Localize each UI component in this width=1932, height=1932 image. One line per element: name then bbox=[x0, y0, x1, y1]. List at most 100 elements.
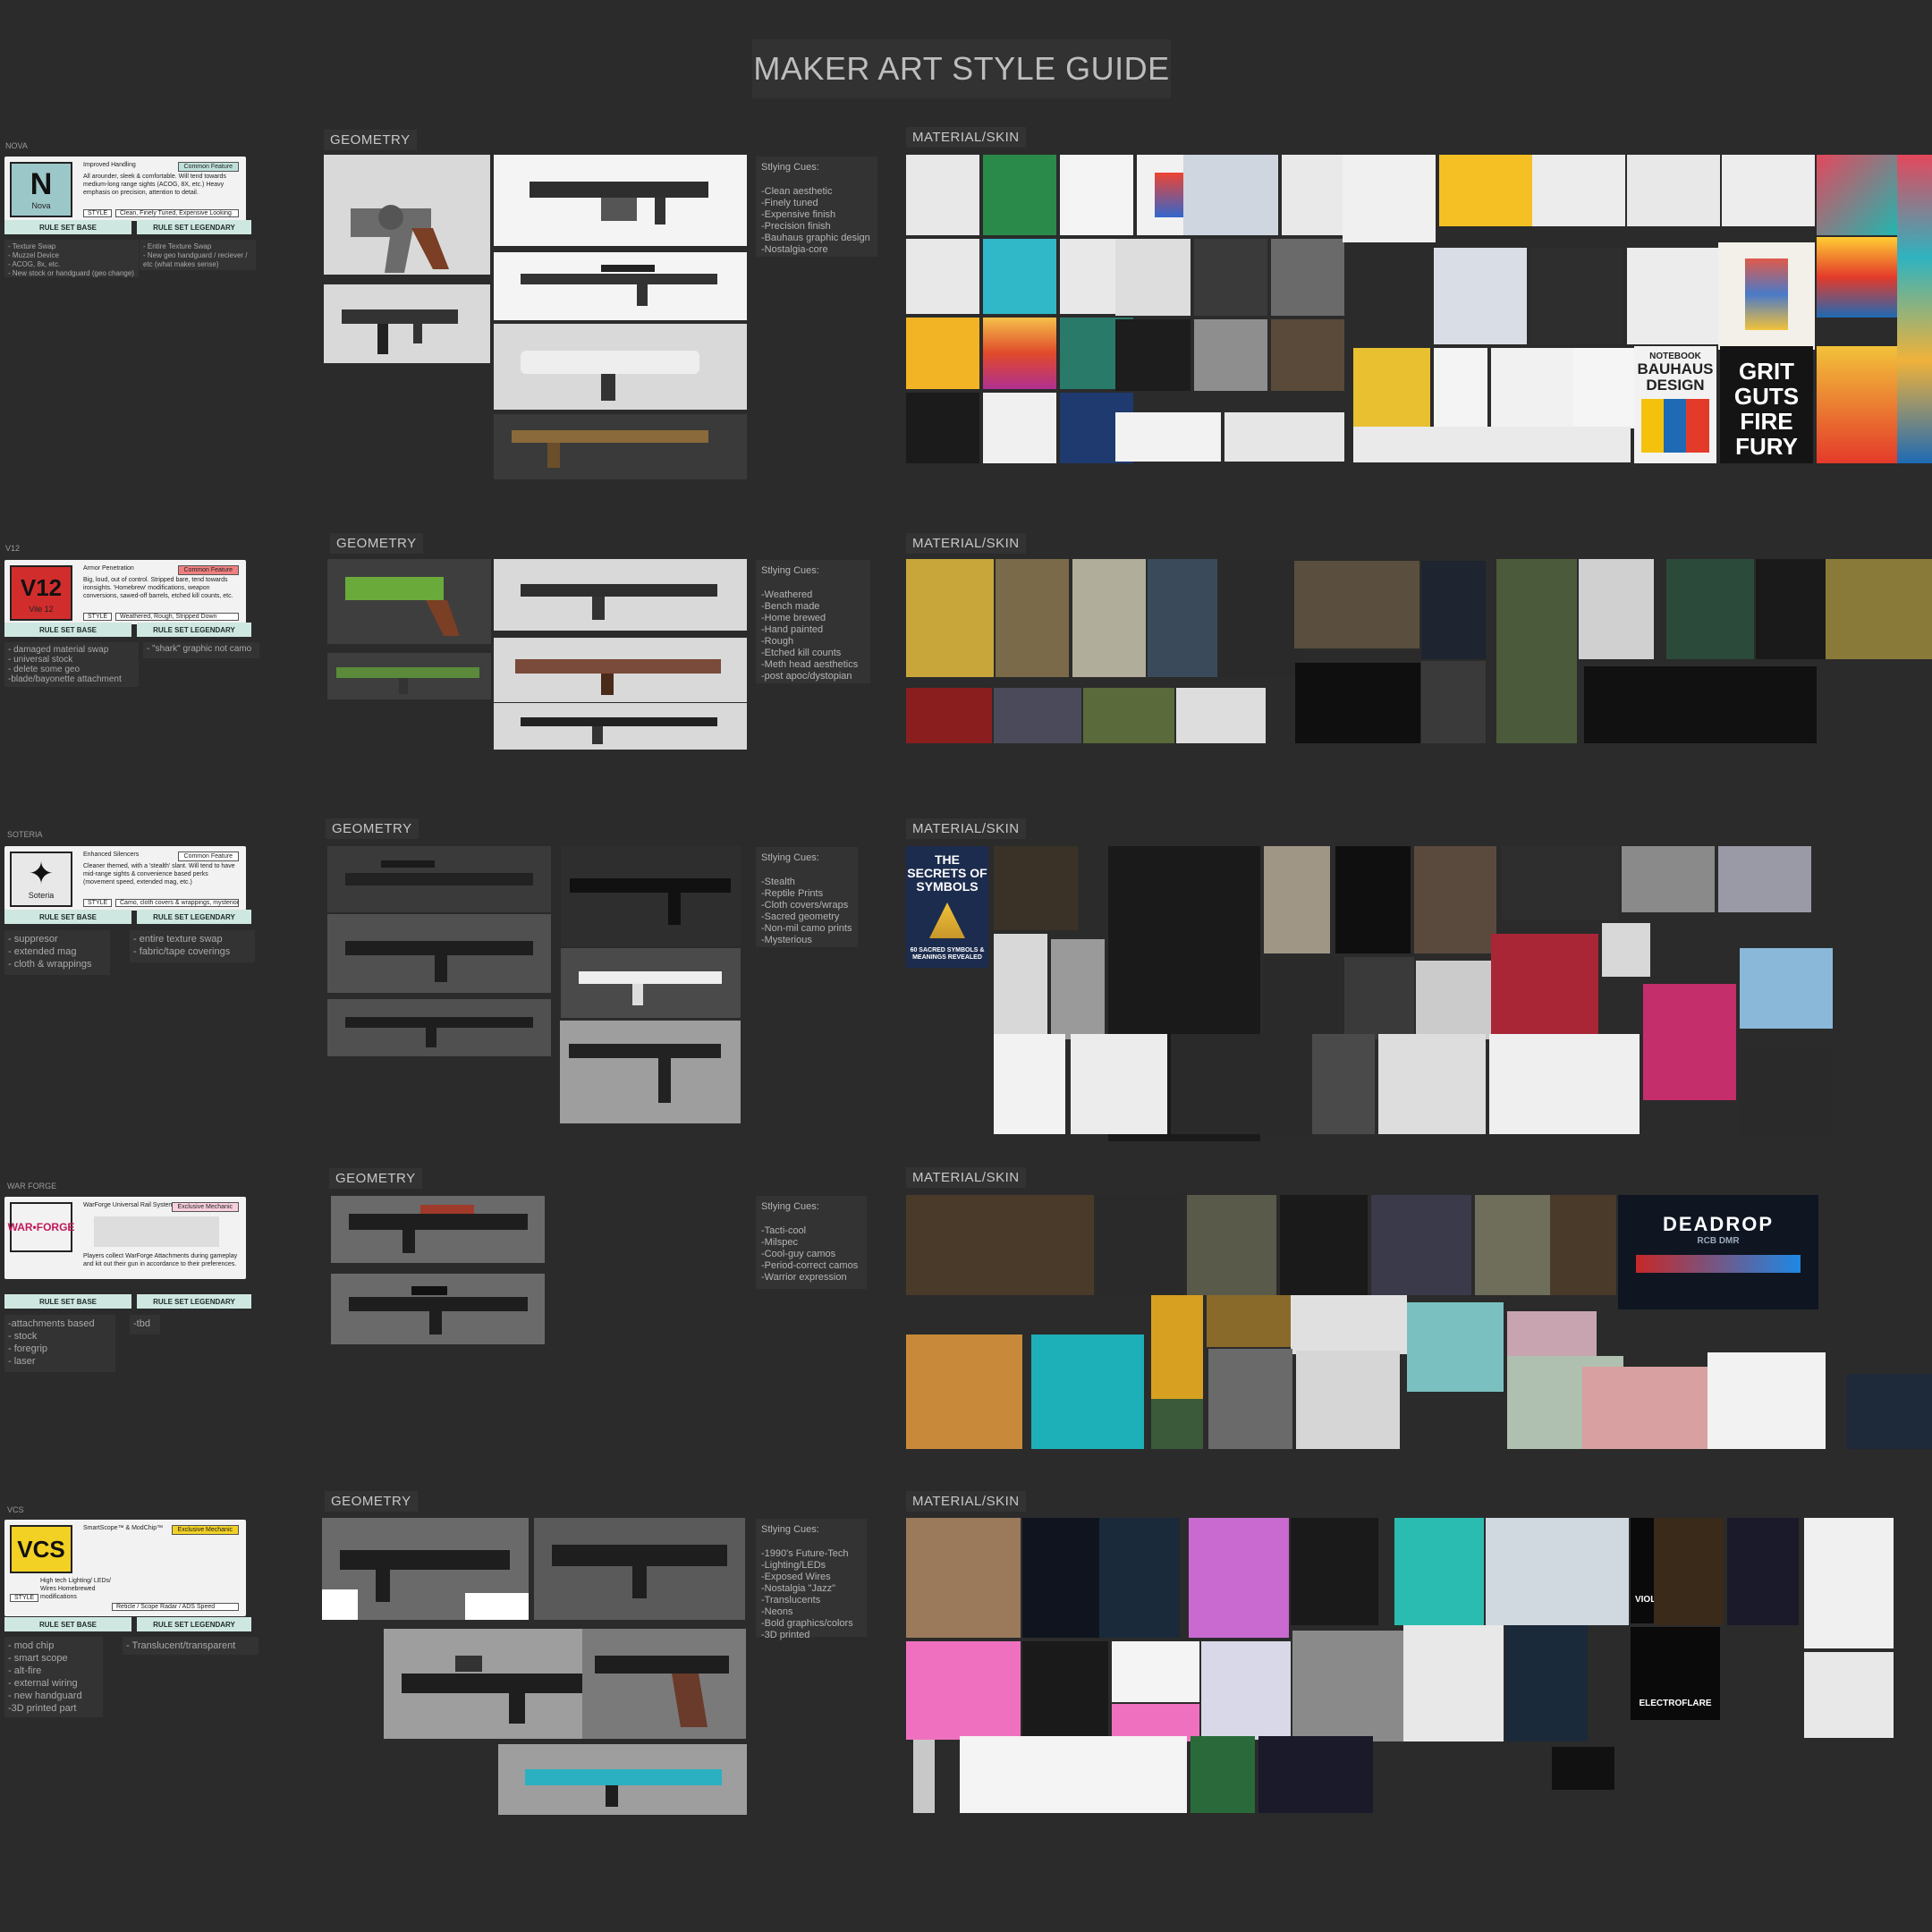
status-badge: Exclusive Mechanic bbox=[171, 1525, 239, 1535]
faction-description: High tech Lighting/ LEDs/ Wires Homebrew… bbox=[40, 1578, 111, 1600]
perk-label: Armor Penetration bbox=[83, 565, 134, 572]
perk-label: Enhanced Silencers bbox=[83, 852, 140, 858]
geometry-image bbox=[324, 155, 490, 275]
geometry-image bbox=[561, 846, 741, 946]
geometry-image bbox=[494, 252, 747, 320]
geometry-image bbox=[331, 1274, 545, 1344]
status-badge: Common Feature bbox=[177, 162, 239, 172]
rule-set-legendary: RULE SET LEGENDARY bbox=[137, 1294, 251, 1309]
rule-set-base: RULE SET BASE bbox=[4, 1294, 131, 1309]
style-label: STYLE bbox=[10, 1594, 39, 1602]
base-notes: - damaged material swap - universal stoc… bbox=[4, 642, 139, 687]
material-header: MATERIAL/SKIN bbox=[906, 533, 1026, 554]
rule-set-base: RULE SET BASE bbox=[4, 1617, 131, 1631]
legendary-notes: - entire texture swap - fabric/tape cove… bbox=[130, 930, 255, 962]
rule-set-bar: RULE SET BASE RULE SET LEGENDARY bbox=[4, 910, 251, 924]
geometry-image bbox=[324, 284, 490, 363]
material-header: MATERIAL/SKIN bbox=[906, 127, 1026, 148]
geometry-image bbox=[498, 1744, 747, 1815]
geometry-image bbox=[560, 1021, 741, 1123]
styling-cues-nova: Stlying Cues: -Clean aesthetic -Finely tu… bbox=[756, 157, 877, 257]
symbols-sub: 60 SACRED SYMBOLS & MEANINGS REVEALED bbox=[910, 947, 985, 961]
v12-logo: V12 Vile 12 bbox=[10, 565, 72, 621]
status-badge: Common Feature bbox=[177, 565, 239, 575]
bauhaus-label: BAUHAUS DESIGN bbox=[1637, 360, 1714, 394]
material-moodboard-vcs: VIOLET VIOLENCE ELECTROFLARE bbox=[906, 1518, 1932, 1813]
rule-set-legendary: RULE SET LEGENDARY bbox=[137, 623, 251, 637]
legendary-notes: - Entire Texture Swap - New geo handguar… bbox=[140, 240, 256, 270]
rule-set-base: RULE SET BASE bbox=[4, 220, 131, 234]
faction-description: All arounder, sleek & comfortable. Will … bbox=[83, 174, 226, 196]
rule-set-legendary: RULE SET LEGENDARY bbox=[137, 1617, 251, 1631]
base-notes: - suppresor - extended mag - cloth & wra… bbox=[4, 930, 110, 975]
styling-cues-soteria: Stlying Cues: -Stealth -Reptile Prints -Cl… bbox=[756, 847, 858, 947]
legendary-notes: - "shark" graphic not camo bbox=[143, 642, 259, 658]
geometry-image bbox=[582, 1629, 746, 1739]
material-moodboard-soteria: THE SECRETS OF SYMBOLS 60 SACRED SYMBOLS… bbox=[906, 846, 1932, 1141]
material-moodboard-nova: NOTEBOOK BAUHAUS DESIGN GRIT GUTS FIRE F… bbox=[906, 155, 1932, 463]
section-label-soteria: SOTERIA bbox=[7, 830, 43, 839]
section-label-vcs: VCS bbox=[7, 1505, 24, 1514]
geometry-image bbox=[327, 559, 491, 644]
styling-cues-vcs: Stlying Cues: -1990's Future-Tech -Lighti… bbox=[756, 1519, 867, 1640]
material-header: MATERIAL/SKIN bbox=[906, 818, 1026, 839]
geometry-header: GEOMETRY bbox=[329, 1168, 422, 1189]
soteria-logo: ✦ Soteria bbox=[10, 852, 72, 907]
deadrop-title: DEADROP bbox=[1662, 1213, 1774, 1235]
base-notes: -attachments based - stock - foregrip - … bbox=[4, 1315, 115, 1372]
style-value: Weathered, Rough, Stripped Down bbox=[115, 613, 239, 621]
geometry-header: GEOMETRY bbox=[325, 1491, 418, 1512]
material-moodboard-v12 bbox=[906, 559, 1932, 743]
base-notes: - mod chip - smart scope - alt-fire - ex… bbox=[4, 1637, 103, 1717]
section-label-v12: V12 bbox=[5, 544, 21, 553]
geometry-header: GEOMETRY bbox=[330, 533, 423, 554]
geometry-image bbox=[327, 846, 551, 912]
style-value: Camo, cloth covers & wrappings, mysterio… bbox=[115, 899, 239, 907]
electro-label: ELECTROFLARE bbox=[1639, 1699, 1712, 1708]
legendary-notes: -tbd bbox=[130, 1315, 160, 1335]
faction-card-soteria[interactable]: ✦ Soteria Enhanced Silencers Common Featu… bbox=[4, 846, 246, 911]
base-notes: - Texture Swap - Muzzel Device - ACOG, 8… bbox=[4, 240, 139, 277]
geometry-image bbox=[494, 559, 747, 631]
perk-label: SmartScope™ & ModChip™ bbox=[83, 1525, 164, 1531]
styling-cues-war-forge: Stlying Cues: -Tacti-cool -Milspec -Cool-g… bbox=[756, 1196, 867, 1289]
vcs-logo: VCS bbox=[10, 1525, 72, 1573]
faction-card-v12[interactable]: V12 Vile 12 Armor Penetration Common Feat… bbox=[4, 560, 246, 624]
material-header: MATERIAL/SKIN bbox=[906, 1491, 1026, 1512]
rule-set-legendary: RULE SET LEGENDARY bbox=[137, 910, 251, 924]
geometry-image bbox=[494, 414, 747, 479]
rail-diagram bbox=[94, 1216, 219, 1247]
page-title: MAKER ART STYLE GUIDE bbox=[752, 39, 1171, 98]
geometry-header: GEOMETRY bbox=[324, 130, 417, 150]
material-moodboard-war-forge: DEADROP RCB DMR bbox=[906, 1195, 1932, 1449]
material-header: MATERIAL/SKIN bbox=[906, 1167, 1026, 1188]
rule-set-legendary: RULE SET LEGENDARY bbox=[137, 220, 251, 234]
faction-card-war-forge[interactable]: WAR•FORGE WarForge Universal Rail System… bbox=[4, 1197, 246, 1279]
rule-set-bar: RULE SET BASE RULE SET LEGENDARY bbox=[4, 1294, 251, 1309]
style-label: STYLE bbox=[83, 209, 113, 217]
geometry-image bbox=[494, 155, 747, 246]
geometry-header: GEOMETRY bbox=[326, 818, 419, 839]
faction-description: Players collect WarForge Attachments dur… bbox=[83, 1253, 238, 1267]
faction-description: Cleaner themed, with a 'stealth' slant. … bbox=[83, 863, 235, 886]
styling-cues-v12: Stlying Cues: -Weathered -Bench made -Home… bbox=[756, 560, 870, 683]
geometry-image bbox=[534, 1518, 745, 1620]
style-value: Reticle / Scope Radar / ADS Speed bbox=[112, 1603, 239, 1611]
section-label-nova: NOVA bbox=[5, 141, 28, 150]
rule-set-base: RULE SET BASE bbox=[4, 910, 131, 924]
perk-label: WarForge Universal Rail System bbox=[83, 1202, 174, 1208]
nova-logo: N Nova bbox=[10, 162, 72, 217]
faction-card-nova[interactable]: N Nova Improved Handling Common Feature A… bbox=[4, 157, 246, 221]
geometry-image bbox=[322, 1518, 529, 1620]
geometry-image bbox=[494, 638, 747, 702]
style-label: STYLE bbox=[83, 613, 113, 621]
geometry-image bbox=[494, 324, 747, 410]
rule-set-bar: RULE SET BASE RULE SET LEGENDARY bbox=[4, 1617, 251, 1631]
faction-card-vcs[interactable]: VCS SmartScope™ & ModChip™ Exclusive Mec… bbox=[4, 1520, 246, 1616]
rule-set-bar: RULE SET BASE RULE SET LEGENDARY bbox=[4, 220, 251, 234]
geometry-image bbox=[331, 1196, 545, 1263]
geometry-image bbox=[327, 999, 551, 1056]
rule-set-base: RULE SET BASE bbox=[4, 623, 131, 637]
geometry-image bbox=[327, 653, 491, 699]
deadrop-sub: RCB DMR bbox=[1697, 1236, 1740, 1246]
